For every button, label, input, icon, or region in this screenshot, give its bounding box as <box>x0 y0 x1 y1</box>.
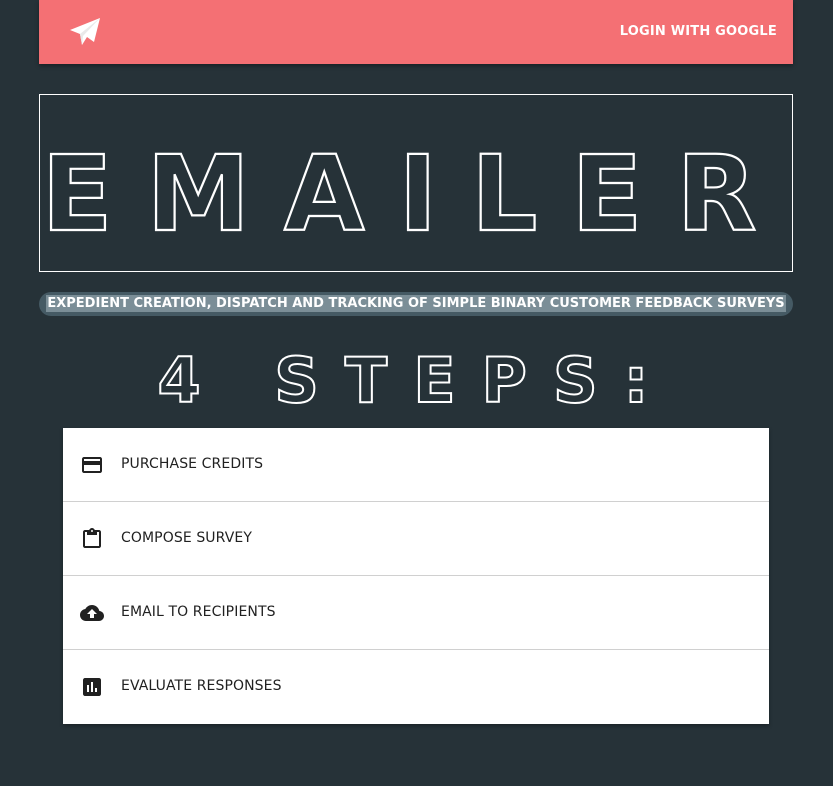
steps-heading-art: 4 STEPS: <box>157 343 675 412</box>
list-item: PURCHASE CREDITS <box>63 428 769 502</box>
steps-heading: 4 STEPS: <box>158 344 675 412</box>
list-item: EVALUATE RESPONSES <box>63 650 769 724</box>
bar-chart-icon <box>83 678 101 696</box>
hero-banner: EMAILER <box>39 94 793 272</box>
step-label: EMAIL TO RECIPIENTS <box>121 604 276 620</box>
cloud-upload-icon <box>80 605 104 621</box>
list-item: EMAIL TO RECIPIENTS <box>63 576 769 650</box>
hero-title-art: EMAILER <box>40 132 790 256</box>
top-navbar: LOGIN WITH GOOGLE <box>39 0 793 64</box>
login-with-google-button[interactable]: LOGIN WITH GOOGLE <box>620 0 777 64</box>
paper-plane-icon[interactable] <box>69 17 101 47</box>
steps-list: PURCHASE CREDITS COMPOSE SURVEY EMAIL TO… <box>63 428 769 724</box>
tagline-bar: EXPEDIENT CREATION, DISPATCH AND TRACKIN… <box>39 292 793 316</box>
clipboard-icon <box>83 528 101 548</box>
step-label: EVALUATE RESPONSES <box>121 678 282 694</box>
hero-title: EMAILER <box>41 133 790 255</box>
step-label: COMPOSE SURVEY <box>121 530 252 546</box>
tagline-text: EXPEDIENT CREATION, DISPATCH AND TRACKIN… <box>46 295 786 312</box>
credit-card-icon <box>82 457 102 473</box>
list-item: COMPOSE SURVEY <box>63 502 769 576</box>
step-label: PURCHASE CREDITS <box>121 456 264 472</box>
